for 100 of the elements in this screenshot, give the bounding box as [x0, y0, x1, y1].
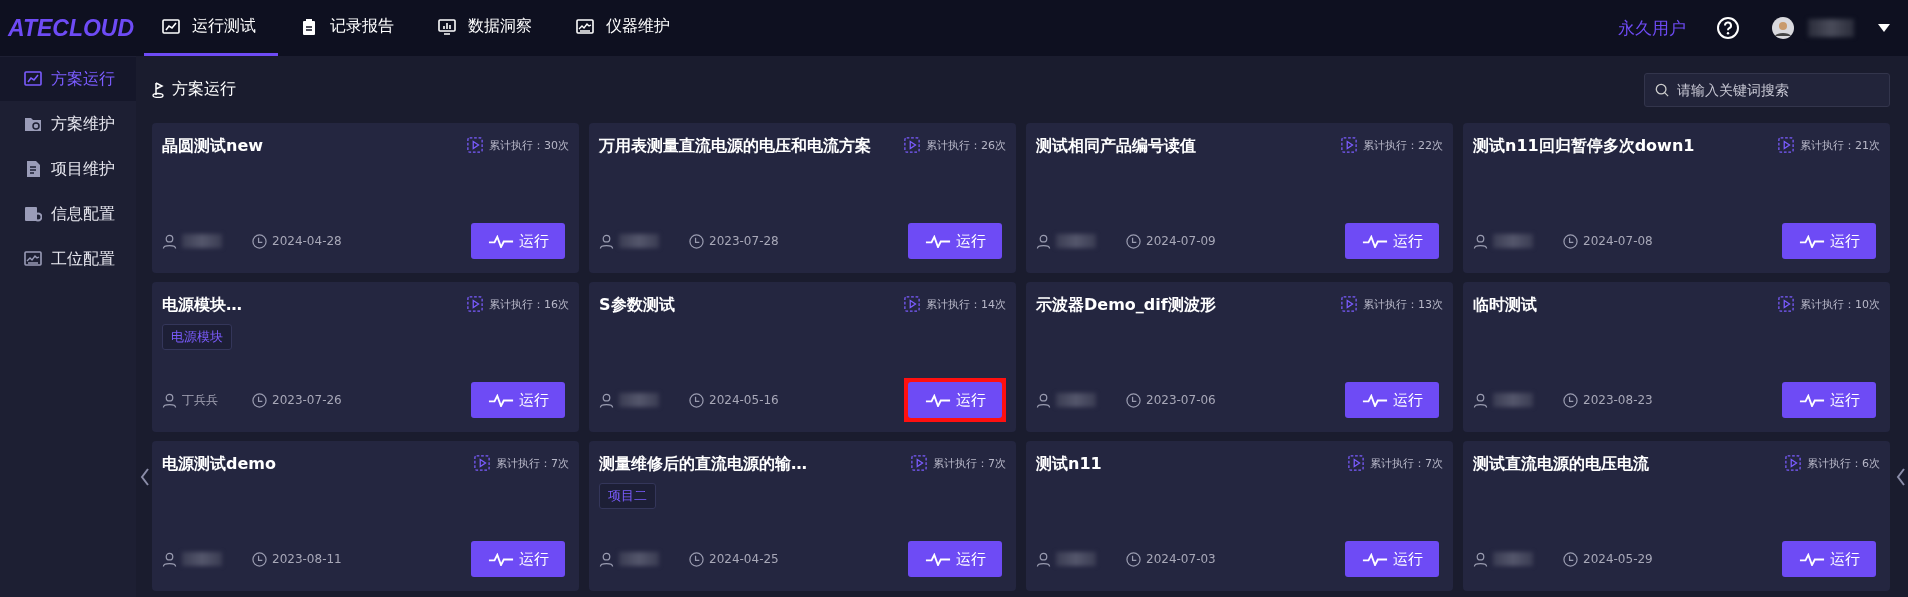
bar-chart-icon	[438, 17, 456, 36]
date-label: 2023-07-28	[709, 234, 779, 248]
run-button[interactable]: 运行	[1782, 541, 1876, 577]
chart-icon	[24, 70, 42, 88]
sidebar-item[interactable]: 方案维护	[0, 102, 136, 146]
card-title: 测试直流电源的电压电流	[1473, 453, 1649, 475]
run-count: 累计执行：10次	[1800, 296, 1880, 312]
card-title: 电源模块…	[162, 294, 242, 316]
blurred-author	[1493, 234, 1533, 248]
date-label: 2023-08-23	[1583, 393, 1653, 407]
folder-icon	[24, 115, 42, 133]
clock-icon	[1563, 233, 1578, 249]
run-button[interactable]: 运行	[908, 382, 1002, 418]
run-count: 累计执行：7次	[1370, 455, 1443, 471]
run-button[interactable]: 运行	[1345, 382, 1439, 418]
tag: 项目二	[599, 483, 656, 509]
chart-icon	[162, 17, 180, 36]
play-icon	[904, 137, 920, 153]
card-title: 晶圆测试new	[162, 135, 264, 157]
date-label: 2024-04-28	[272, 234, 342, 248]
play-icon	[467, 296, 483, 312]
play-icon	[1341, 137, 1357, 153]
clock-icon	[689, 233, 704, 249]
run-button[interactable]: 运行	[1345, 541, 1439, 577]
date-label: 2024-07-09	[1146, 234, 1216, 248]
user-icon	[162, 551, 177, 567]
play-icon	[1341, 296, 1357, 312]
card-title: 万用表测量直流电源的电压和电流方案	[599, 135, 871, 157]
run-button[interactable]: 运行	[908, 223, 1002, 259]
date-label: 2024-04-25	[709, 552, 779, 566]
monitor-icon	[24, 250, 42, 268]
run-count: 累计执行：16次	[489, 296, 569, 312]
breadcrumb: 方案运行	[172, 79, 236, 100]
run-button[interactable]: 运行	[471, 223, 565, 259]
clock-icon	[252, 392, 267, 408]
search-field[interactable]: 请输入关键词搜索	[1644, 72, 1890, 107]
pulse-icon	[487, 393, 514, 407]
user-icon	[1036, 392, 1051, 408]
avatar-icon[interactable]	[1772, 17, 1794, 39]
clipboard-icon	[300, 17, 318, 36]
flag-icon	[152, 81, 166, 98]
blurred-author	[619, 393, 659, 407]
run-count: 累计执行：14次	[926, 296, 1006, 312]
user-icon	[1473, 551, 1488, 567]
help-icon[interactable]	[1716, 16, 1740, 40]
user-icon	[599, 233, 614, 249]
run-button[interactable]: 运行	[471, 382, 565, 418]
user-icon	[599, 551, 614, 567]
blurred-author	[619, 234, 659, 248]
pulse-icon	[1361, 234, 1388, 248]
sidebar-item[interactable]: 工位配置	[0, 237, 136, 281]
run-button[interactable]: 运行	[1345, 223, 1439, 259]
play-icon	[904, 296, 920, 312]
card-title: 测试n11回归暂停多次down1	[1473, 135, 1695, 157]
nav-tab[interactable]: 仪器维护	[554, 0, 692, 56]
pulse-icon	[1798, 393, 1825, 407]
pulse-icon	[1361, 552, 1388, 566]
user-icon	[1036, 551, 1051, 567]
nav-tab[interactable]: 运行测试	[144, 0, 278, 56]
user-icon	[1473, 392, 1488, 408]
run-button[interactable]: 运行	[908, 541, 1002, 577]
run-button[interactable]: 运行	[1782, 223, 1876, 259]
play-icon	[1778, 296, 1794, 312]
nav-tab[interactable]: 数据洞察	[416, 0, 554, 56]
clock-icon	[252, 551, 267, 567]
run-count: 累计执行：30次	[489, 137, 569, 153]
blurred-author	[1056, 234, 1096, 248]
clock-icon	[1126, 392, 1141, 408]
sidebar-item[interactable]: 信息配置	[0, 192, 136, 236]
license-label: 永久用户	[1618, 16, 1686, 40]
clock-icon	[1563, 551, 1578, 567]
pulse-icon	[487, 552, 514, 566]
pulse-icon	[487, 234, 514, 248]
author-name: 丁兵兵	[182, 391, 218, 409]
run-button[interactable]: 运行	[471, 541, 565, 577]
run-count: 累计执行：7次	[496, 455, 569, 471]
nav-tab[interactable]: 记录报告	[278, 0, 416, 56]
tag: 电源模块	[162, 324, 232, 350]
sidebar-item[interactable]: 方案运行	[0, 57, 136, 101]
date-label: 2024-05-29	[1583, 552, 1653, 566]
run-count: 累计执行：6次	[1807, 455, 1880, 471]
clock-icon	[1563, 392, 1578, 408]
run-button[interactable]: 运行	[1782, 382, 1876, 418]
run-count: 累计执行：22次	[1363, 137, 1443, 153]
run-count: 累计执行：13次	[1363, 296, 1443, 312]
collapse-left-icon[interactable]	[140, 468, 150, 486]
card-title: 测试相同产品编号读值	[1036, 135, 1196, 157]
pulse-icon	[1361, 393, 1388, 407]
pulse-icon	[1798, 234, 1825, 248]
caret-icon[interactable]	[1878, 24, 1890, 32]
pulse-icon	[924, 552, 951, 566]
sidebar-item[interactable]: 项目维护	[0, 147, 136, 191]
date-label: 2024-05-16	[709, 393, 779, 407]
blurred-author	[182, 234, 222, 248]
date-label: 2023-07-26	[272, 393, 342, 407]
play-icon	[1785, 455, 1801, 471]
collapse-right-icon[interactable]	[1896, 468, 1906, 486]
user-icon	[1473, 233, 1488, 249]
play-icon	[467, 137, 483, 153]
date-label: 2023-07-06	[1146, 393, 1216, 407]
